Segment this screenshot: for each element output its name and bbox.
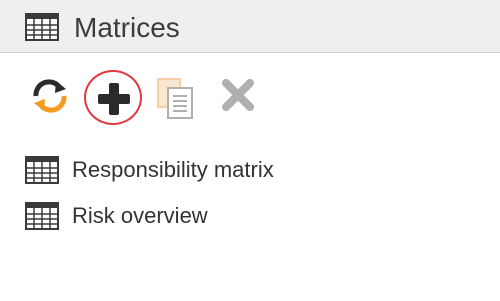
delete-button[interactable]	[219, 76, 257, 114]
plus-icon	[98, 83, 130, 115]
list-item-label: Risk overview	[72, 203, 208, 228]
copy-icon	[157, 78, 193, 119]
refresh-button[interactable]	[30, 76, 70, 116]
refresh-icon	[33, 79, 67, 113]
grid-table-icon	[25, 156, 59, 184]
panel-header: Matrices	[0, 0, 500, 53]
list-item-label: Responsibility matrix	[72, 157, 274, 182]
panel-title: Matrices	[74, 12, 180, 43]
add-button-highlight	[84, 70, 142, 125]
close-icon	[222, 79, 254, 111]
grid-table-icon	[25, 13, 59, 41]
copy-button[interactable]	[154, 76, 198, 120]
add-button[interactable]	[95, 80, 133, 118]
matrices-panel: Matrices Responsibility matrix Risk over…	[0, 0, 500, 301]
toolbar	[0, 66, 500, 126]
grid-table-icon	[25, 202, 59, 230]
